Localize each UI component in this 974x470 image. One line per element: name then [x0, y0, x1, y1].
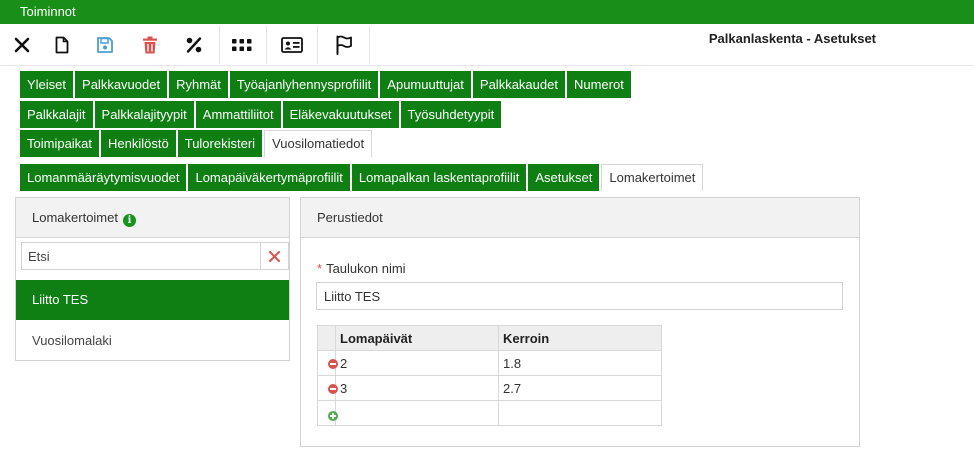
new-button[interactable] [44, 24, 80, 66]
tab-lomapaivakertymaprofiilit[interactable]: Lomapäiväkertymäprofiilit [188, 164, 350, 191]
toolbar-separator [266, 26, 267, 64]
new-row [317, 400, 662, 426]
tab-ryhmat[interactable]: Ryhmät [169, 71, 228, 98]
delete-button[interactable] [130, 24, 170, 66]
tab-asetukset[interactable]: Asetukset [528, 164, 600, 191]
tab-palkkakaudet[interactable]: Palkkakaudet [472, 71, 565, 98]
row-action-cell [317, 375, 338, 401]
tab-palkkalajityypit[interactable]: Palkkalajityypit [94, 101, 194, 128]
tab-vuosilomatiedot[interactable]: Vuosilomatiedot [264, 130, 373, 157]
list-item[interactable]: Liitto TES [16, 280, 289, 320]
tab-tulorekisteri[interactable]: Tulorekisteri [177, 130, 263, 157]
add-row-icon[interactable] [328, 411, 338, 421]
table-header-row: Lomapäivät Kerroin [317, 325, 662, 351]
table-row: 2 1.8 [317, 350, 662, 376]
tab-row-2: Palkkalajit Palkkalajityypit Ammattiliit… [20, 101, 503, 128]
grid-icon [232, 39, 252, 51]
page-title: Palkanlaskenta - Asetukset [708, 31, 876, 46]
flag-icon [336, 35, 352, 55]
tab-elakevakuutukset[interactable]: Eläkevakuutukset [282, 101, 399, 128]
list-item[interactable]: Vuosilomalaki [16, 321, 289, 361]
left-panel-header: Lomakertoimet i [16, 198, 289, 238]
tab-palkkavuodet[interactable]: Palkkavuodet [75, 71, 168, 98]
top-menu-bar: Toiminnot [0, 0, 974, 24]
tab-numerot[interactable]: Numerot [566, 71, 631, 98]
perustiedot-panel: Perustiedot *Taulukon nimi Lomapäivät Ke… [300, 197, 860, 447]
close-icon [269, 250, 280, 262]
tab-tyosuhdetyypit[interactable]: Työsuhdetyypit [400, 101, 502, 128]
column-header-kerroin: Kerroin [498, 325, 662, 351]
save-icon [97, 37, 113, 53]
table-name-field[interactable] [316, 282, 843, 310]
remove-row-icon[interactable] [328, 384, 338, 394]
tab-ammattiliitot[interactable]: Ammattiliitot [195, 101, 281, 128]
toolbar-separator [369, 26, 370, 64]
lomakertoimet-list-panel: Lomakertoimet i Liitto TES Vuosilomalaki [15, 197, 290, 361]
table-cell-kerroin[interactable]: 1.8 [498, 350, 662, 376]
tab-row-3: Toimipaikat Henkilöstö Tulorekisteri Vuo… [20, 130, 374, 157]
top-menu-title[interactable]: Toiminnot [20, 4, 76, 19]
toolbar-separator [219, 26, 220, 64]
close-button[interactable] [4, 24, 40, 66]
id-card-button[interactable] [270, 24, 314, 66]
coefficient-table: Lomapäivät Kerroin 2 1.8 3 2.7 [317, 325, 662, 426]
tab-lomakertoimet[interactable]: Lomakertoimet [601, 164, 704, 191]
percent-button[interactable] [174, 24, 214, 66]
table-row: 3 2.7 [317, 375, 662, 401]
right-panel-title: Perustiedot [317, 210, 383, 225]
right-panel-header: Perustiedot [301, 198, 859, 238]
id-card-icon [281, 37, 303, 53]
flag-button[interactable] [322, 24, 366, 66]
column-header-lomapaivat: Lomapäivät [335, 325, 499, 351]
tab-lomapalkan-laskentaprofiilit[interactable]: Lomapalkan laskentaprofiilit [351, 164, 527, 191]
info-icon[interactable]: i [122, 214, 136, 227]
clear-search-button[interactable] [260, 243, 288, 269]
new-row-cell-lomapaivat[interactable] [335, 400, 499, 426]
apps-button[interactable] [222, 24, 262, 66]
tab-toimipaikat[interactable]: Toimipaikat [20, 130, 100, 157]
search-box [21, 242, 289, 270]
search-input[interactable] [22, 243, 260, 269]
tab-tyoajanlyhennysprofiilit[interactable]: Työajanlyhennysprofiilit [229, 71, 379, 98]
tab-row-1: Yleiset Palkkavuodet Ryhmät Työajanlyhen… [20, 71, 633, 98]
close-icon [14, 37, 30, 53]
new-document-icon [55, 36, 69, 54]
table-name-label-text: Taulukon nimi [326, 261, 406, 276]
row-action-cell [317, 400, 338, 426]
left-panel-title: Lomakertoimet [32, 210, 118, 225]
save-button[interactable] [86, 24, 124, 66]
required-marker: * [317, 261, 323, 276]
table-cell-lomapaivat[interactable]: 3 [335, 375, 499, 401]
table-cell-kerroin[interactable]: 2.7 [498, 375, 662, 401]
remove-row-icon[interactable] [328, 359, 338, 369]
table-cell-lomapaivat[interactable]: 2 [335, 350, 499, 376]
tab-yleiset[interactable]: Yleiset [20, 71, 74, 98]
tab-row-4: Lomanmääräytymisvuodet Lomapäiväkertymäp… [20, 164, 705, 191]
table-name-label: * Taulukon nimi [317, 261, 406, 276]
trash-icon [143, 36, 157, 54]
row-action-cell [317, 350, 338, 376]
tab-henkilosto[interactable]: Henkilöstö [101, 130, 176, 157]
percent-icon [186, 37, 202, 53]
tab-apumuuttujat[interactable]: Apumuuttujat [380, 71, 471, 98]
toolbar-separator [317, 26, 318, 64]
new-row-cell-kerroin[interactable] [498, 400, 662, 426]
tab-palkkalajit[interactable]: Palkkalajit [20, 101, 93, 128]
tab-lomanmaaraytymisvuodet[interactable]: Lomanmääräytymisvuodet [20, 164, 187, 191]
row-action-header [317, 325, 336, 351]
